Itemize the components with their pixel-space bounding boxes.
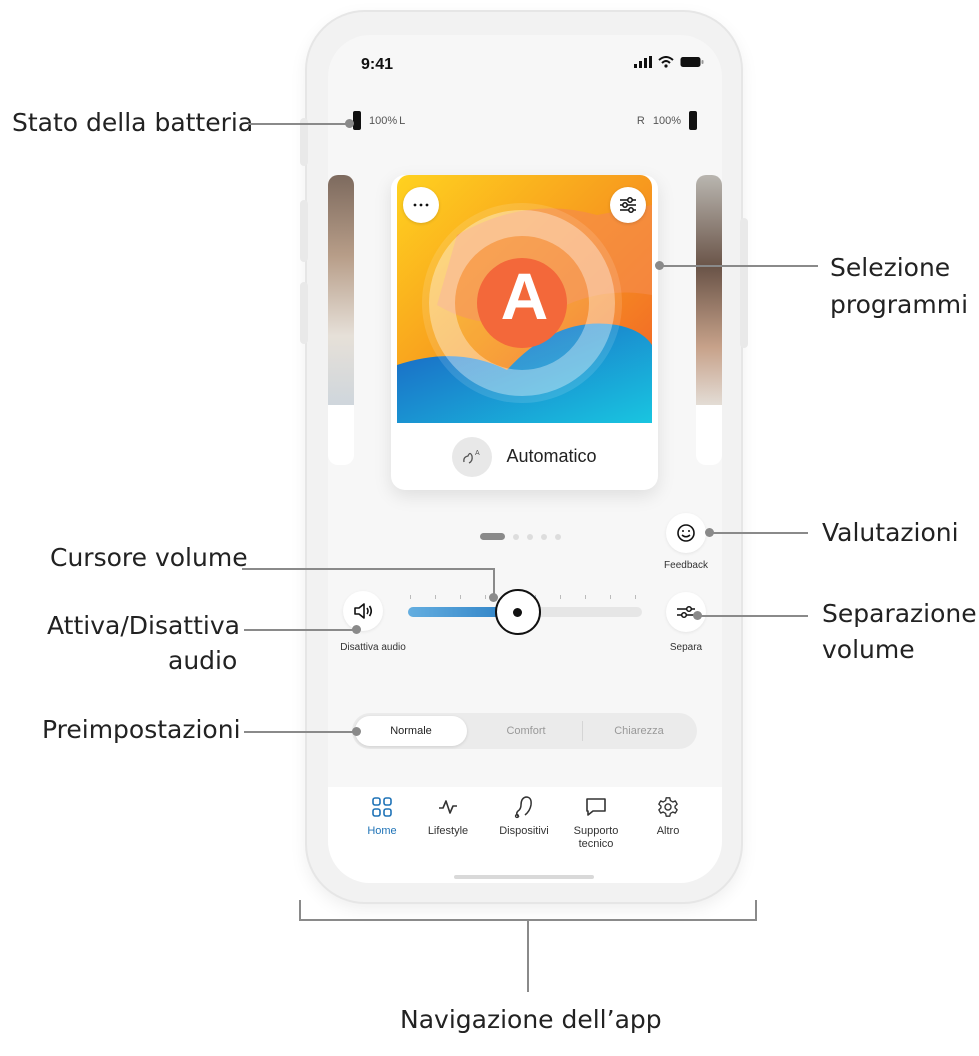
annotation-dot — [352, 625, 361, 634]
annotation-battery: Stato della batteria — [12, 108, 254, 137]
mute-button[interactable] — [343, 591, 383, 631]
annotation-dot — [489, 593, 498, 602]
speaker-icon — [354, 603, 373, 619]
annotation-line — [244, 629, 356, 631]
grid-icon — [372, 797, 392, 817]
annotation-line — [700, 615, 808, 617]
bottom-navigation: Home Lifestyle Dispositivi Supporto tecn… — [328, 787, 722, 883]
annotation-dot — [705, 528, 714, 537]
program-photo — [696, 175, 722, 405]
gear-icon — [658, 797, 678, 817]
annotation-mute-2: audio — [168, 646, 238, 675]
annotation-programs-1: Selezione — [830, 253, 951, 282]
nav-devices[interactable]: Dispositivi — [494, 793, 554, 838]
battery-left-value: 100% — [369, 114, 398, 127]
program-pager — [480, 533, 561, 540]
annotation-line — [712, 532, 808, 534]
nav-home-label: Home — [367, 825, 397, 837]
program-card-automatic[interactable]: A A Automatico — [391, 175, 658, 490]
program-name: Automatico — [506, 446, 597, 466]
program-card-next[interactable] — [696, 175, 722, 465]
annotation-line — [493, 568, 495, 596]
preset-clarity[interactable]: Chiarezza — [583, 716, 695, 746]
annotation-bracket — [299, 900, 301, 920]
battery-right-value: 100% — [652, 114, 681, 127]
chat-icon — [586, 798, 606, 816]
battery-left: 100% L — [353, 111, 405, 130]
pager-dot-active[interactable] — [480, 533, 505, 540]
signal-icon — [634, 56, 652, 68]
split-label: Separa — [669, 642, 703, 653]
status-icons — [634, 56, 704, 68]
hearing-aid-icon — [514, 796, 532, 819]
phone-battery-icon — [680, 57, 704, 67]
pager-dot[interactable] — [541, 533, 547, 540]
smiley-icon — [677, 524, 695, 542]
volume-slider-thumb[interactable] — [494, 589, 541, 635]
nav-lifestyle-label: Lifestyle — [427, 825, 469, 837]
annotation-mute-1: Attiva/Disattiva — [47, 611, 240, 640]
nav-support-label: Supporto tecnico — [573, 825, 619, 851]
svg-text:A: A — [475, 450, 480, 457]
phone-side-button — [300, 282, 308, 344]
wifi-icon — [658, 56, 674, 68]
nav-home[interactable]: Home — [352, 793, 412, 838]
feedback-label: Feedback — [664, 560, 708, 571]
annotation-line — [527, 920, 529, 992]
battery-right-side: R — [636, 114, 645, 127]
more-options-button[interactable] — [403, 187, 439, 223]
battery-right: R 100% — [637, 111, 697, 130]
annotation-dot — [655, 261, 664, 270]
annotation-dot — [693, 611, 702, 620]
annotation-dot — [352, 727, 361, 736]
activity-icon — [439, 800, 457, 814]
phone-screen: 9:41 100% L R 100% A A Automatico Feedba… — [328, 35, 722, 883]
annotation-split-2: volume — [822, 635, 915, 664]
hearing-aid-battery-icon — [689, 111, 697, 130]
battery-left-side: L — [399, 114, 406, 127]
pager-dot[interactable] — [513, 533, 519, 540]
pager-dot[interactable] — [555, 533, 561, 540]
pager-dot[interactable] — [527, 533, 533, 540]
annotation-bracket — [755, 900, 757, 920]
program-card-previous[interactable] — [328, 175, 354, 465]
annotation-line — [242, 568, 494, 570]
nav-more[interactable]: Altro — [638, 793, 698, 838]
automatic-program-icon: A — [452, 436, 493, 477]
sliders-icon — [620, 197, 636, 213]
program-footer: A Automatico — [391, 423, 658, 490]
phone-power-button — [740, 218, 748, 348]
feedback-button[interactable] — [666, 513, 706, 553]
annotation-line — [662, 265, 818, 267]
phone-side-button — [300, 118, 308, 166]
nav-devices-label: Dispositivi — [499, 825, 549, 837]
annotation-navigation: Navigazione dell’app — [400, 1005, 662, 1034]
mute-label: Disattiva audio — [340, 642, 406, 653]
phone-side-button — [300, 200, 308, 262]
nav-support[interactable]: Supporto tecnico — [566, 793, 626, 851]
preset-selector: Normale Comfort Chiarezza — [352, 713, 697, 749]
preset-normal[interactable]: Normale — [355, 716, 467, 746]
annotation-line — [248, 123, 350, 125]
nav-more-label: Altro — [656, 825, 680, 837]
annotation-dot — [345, 119, 354, 128]
nav-lifestyle[interactable]: Lifestyle — [418, 793, 478, 838]
annotation-ratings: Valutazioni — [822, 518, 959, 547]
program-settings-button[interactable] — [610, 187, 646, 223]
preset-comfort[interactable]: Comfort — [470, 716, 582, 746]
status-time: 9:41 — [361, 56, 394, 73]
annotation-split-1: Separazione — [822, 599, 977, 628]
hearing-aid-battery-icon — [353, 111, 361, 130]
annotation-presets: Preimpostazioni — [42, 715, 241, 744]
program-letter: A — [500, 259, 549, 333]
annotation-line — [244, 731, 356, 733]
more-icon — [413, 203, 429, 207]
annotation-programs-2: programmi — [830, 290, 969, 319]
annotation-volume-cursor: Cursore volume — [50, 543, 248, 572]
home-indicator — [454, 875, 594, 879]
program-photo — [328, 175, 354, 405]
